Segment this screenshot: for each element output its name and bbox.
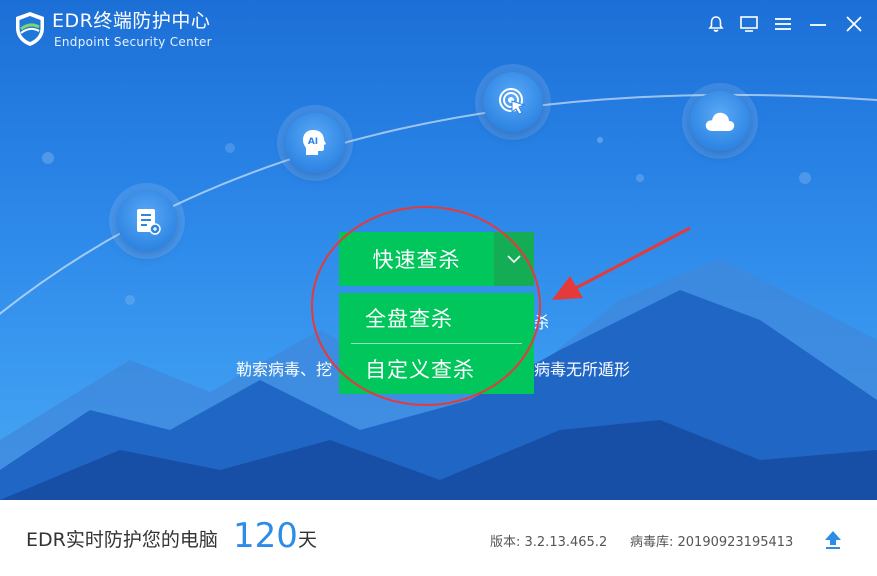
upgrade-icon[interactable] — [822, 528, 844, 550]
touch-icon[interactable] — [483, 72, 543, 132]
hero-panel: EDR终端防护中心 Endpoint Security Center AI 勒索… — [0, 0, 877, 500]
ai-label: AI — [308, 137, 318, 147]
tagline-right: 病毒无所遁形 — [534, 360, 631, 379]
days-unit: 天 — [298, 529, 318, 551]
log-icon[interactable] — [117, 191, 177, 251]
minimize-icon[interactable] — [806, 12, 830, 36]
tagline-left: 勒索病毒、挖 — [236, 360, 333, 379]
quick-scan-button[interactable]: 快速查杀 — [339, 232, 494, 286]
virus-db-version: 病毒库: 20190923195413 — [630, 535, 794, 550]
monitor-icon[interactable] — [737, 12, 761, 36]
hidden-text-fragment: 杀 — [534, 313, 548, 332]
status-footer: EDR实时防护您的电脑 120 天 版本: 3.2.13.465.2 病毒库: … — [0, 500, 877, 576]
title-bar: EDR终端防护中心 Endpoint Security Center — [0, 0, 877, 56]
ai-icon[interactable]: AI — [285, 113, 345, 173]
full-scan-option[interactable]: 全盘查杀 — [339, 293, 534, 343]
close-icon[interactable] — [842, 12, 866, 36]
protection-label: EDR实时防护您的电脑 — [26, 529, 218, 551]
chevron-down-icon — [507, 255, 521, 264]
shield-logo-icon — [16, 12, 44, 46]
custom-scan-option[interactable]: 自定义查杀 — [339, 344, 534, 394]
bell-icon[interactable] — [704, 12, 728, 36]
app-title: EDR终端防护中心 — [52, 10, 211, 32]
scan-dropdown-menu: 全盘查杀 自定义查杀 — [339, 293, 534, 394]
menu-icon[interactable] — [771, 12, 795, 36]
scan-dropdown-toggle[interactable] — [494, 232, 534, 286]
app-subtitle: Endpoint Security Center — [54, 35, 212, 49]
cloud-icon[interactable] — [690, 91, 750, 151]
version-text: 版本: 3.2.13.465.2 — [490, 535, 608, 550]
protection-days: 120 — [233, 516, 298, 556]
